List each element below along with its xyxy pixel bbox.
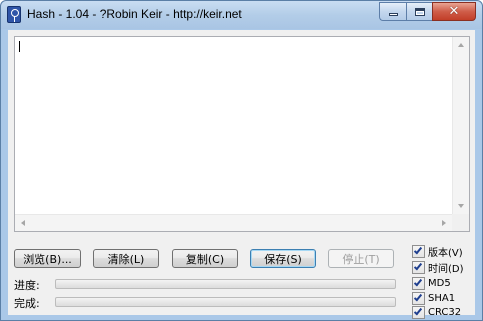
option-sha1-label: SHA1 — [428, 292, 456, 304]
client-area: 浏览(B)... 清除(L) 复制(C) 保存(S) 停止(T) 进度: 完成:… — [8, 30, 475, 319]
hash-app-icon[interactable] — [7, 6, 21, 23]
maximize-button[interactable] — [406, 2, 432, 21]
hash-window: Hash - 1.04 - ?Robin Keir - http://keir.… — [0, 0, 483, 321]
checkbox-sha1[interactable] — [412, 291, 425, 305]
scroll-down-icon[interactable] — [458, 204, 464, 208]
vertical-scrollbar[interactable] — [452, 37, 469, 214]
option-version-label: 版本(V) — [428, 247, 463, 259]
progress-bar — [55, 279, 396, 289]
title-bar[interactable]: Hash - 1.04 - ?Robin Keir - http://keir.… — [1, 1, 482, 29]
complete-label: 完成: — [14, 297, 40, 310]
copy-button[interactable]: 复制(C) — [172, 249, 238, 268]
option-crc32[interactable]: CRC32 — [412, 305, 461, 319]
complete-bar — [55, 297, 396, 307]
stop-button[interactable]: 停止(T) — [328, 249, 394, 268]
option-sha1[interactable]: SHA1 — [412, 291, 455, 305]
checkmark-icon — [413, 245, 423, 254]
checkmark-icon — [413, 277, 423, 286]
option-crc32-label: CRC32 — [428, 306, 462, 318]
save-button[interactable]: 保存(S) — [250, 249, 316, 268]
checkmark-icon — [413, 261, 423, 270]
checkbox-crc32[interactable] — [412, 305, 425, 319]
close-icon: ✕ — [448, 4, 460, 19]
close-button[interactable]: ✕ — [432, 2, 476, 21]
scroll-up-icon[interactable] — [458, 43, 464, 47]
option-version[interactable]: 版本(V) — [412, 244, 463, 259]
window-title: Hash - 1.04 - ?Robin Keir - http://keir.… — [27, 7, 242, 21]
checkbox-version[interactable] — [412, 244, 425, 258]
maximize-icon — [414, 7, 425, 16]
minimize-icon — [388, 13, 398, 16]
text-caret — [19, 41, 20, 52]
option-md5-label: MD5 — [428, 277, 451, 289]
scroll-right-icon[interactable] — [442, 220, 446, 226]
hash-output-textarea[interactable] — [14, 36, 470, 232]
option-time[interactable]: 时间(D) — [412, 260, 464, 275]
checkbox-time[interactable] — [412, 260, 425, 274]
checkbox-md5[interactable] — [412, 276, 425, 290]
option-time-label: 时间(D) — [428, 263, 464, 275]
horizontal-scrollbar[interactable] — [15, 214, 452, 231]
caption-buttons: ✕ — [379, 2, 476, 22]
scrollbar-corner — [452, 214, 469, 231]
minimize-button[interactable] — [379, 2, 406, 21]
clear-button[interactable]: 清除(L) — [93, 249, 159, 268]
progress-label: 进度: — [14, 279, 40, 292]
option-md5[interactable]: MD5 — [412, 276, 451, 290]
scroll-left-icon[interactable] — [21, 220, 25, 226]
browse-button[interactable]: 浏览(B)... — [14, 249, 81, 268]
checkmark-icon — [413, 292, 423, 301]
checkmark-icon — [413, 306, 423, 315]
